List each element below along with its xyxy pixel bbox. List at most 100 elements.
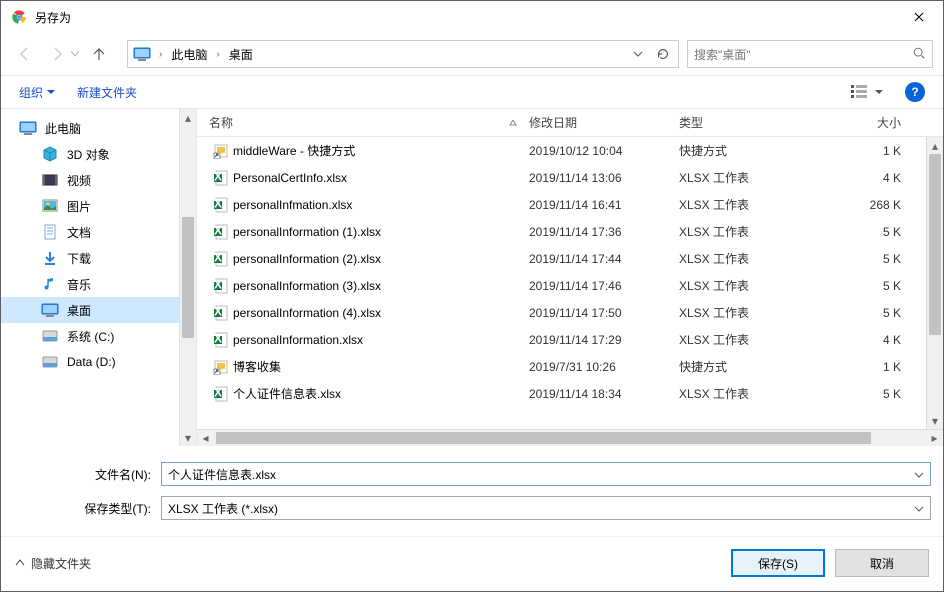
list-hscrollbar[interactable]: ◂ ▸	[197, 429, 943, 446]
file-row[interactable]: XpersonalInfmation.xlsx2019/11/14 16:41X…	[197, 191, 926, 218]
tree-item-label: 图片	[67, 198, 91, 215]
tree-item[interactable]: 系统 (C:)	[1, 323, 179, 349]
file-row[interactable]: XpersonalInformation.xlsx2019/11/14 17:2…	[197, 326, 926, 353]
file-list-area: 名称 修改日期 类型 大小 middleWare - 快捷方式2019/10/1…	[197, 109, 943, 446]
tree-item-label: 音乐	[67, 276, 91, 293]
file-size: 1 K	[829, 360, 901, 374]
nav-scrollbar[interactable]: ▴ ▾	[179, 109, 196, 446]
chrome-icon	[11, 9, 27, 25]
organize-button[interactable]: 组织	[19, 84, 55, 101]
list-vscrollbar[interactable]: ▴ ▾	[926, 137, 943, 429]
chevron-down-icon[interactable]	[914, 467, 924, 481]
col-size[interactable]: 大小	[829, 114, 901, 131]
col-name[interactable]: 名称	[209, 114, 529, 131]
file-row[interactable]: XPersonalCertInfo.xlsx2019/11/14 13:06XL…	[197, 164, 926, 191]
col-date[interactable]: 修改日期	[529, 114, 679, 131]
folder-tree[interactable]: 此电脑 3D 对象视频图片文档下载音乐桌面系统 (C:) Data (D:)	[1, 109, 179, 446]
tree-item-label: 桌面	[67, 302, 91, 319]
xlsx-icon: X	[209, 224, 233, 240]
music-icon	[41, 275, 59, 293]
tree-this-pc[interactable]: 此电脑	[1, 115, 179, 141]
file-row[interactable]: XpersonalInformation (4).xlsx2019/11/14 …	[197, 299, 926, 326]
file-type: XLSX 工作表	[679, 169, 829, 186]
scroll-left-icon[interactable]: ◂	[197, 430, 214, 447]
file-row[interactable]: XpersonalInformation (3).xlsx2019/11/14 …	[197, 272, 926, 299]
desktop-icon	[41, 301, 59, 319]
address-dropdown[interactable]	[626, 51, 648, 57]
search-icon	[912, 46, 926, 63]
crumb-pc[interactable]: 此电脑	[165, 46, 213, 63]
file-date: 2019/11/14 17:50	[529, 306, 679, 320]
svg-text:X: X	[214, 305, 222, 319]
file-name: personalInformation (3).xlsx	[233, 279, 529, 293]
hide-folders-toggle[interactable]: 隐藏文件夹	[15, 555, 91, 572]
breadcrumb[interactable]: ›此电脑›桌面	[156, 41, 259, 67]
view-button[interactable]	[851, 84, 883, 100]
file-name: personalInformation (4).xlsx	[233, 306, 529, 320]
tree-item-label: 系统 (C:)	[67, 328, 114, 345]
scroll-thumb[interactable]	[182, 217, 194, 338]
new-folder-button[interactable]: 新建文件夹	[77, 84, 137, 101]
tree-item-label: 文档	[67, 224, 91, 241]
filetype-label: 保存类型(T):	[13, 500, 161, 517]
xlsx-icon: X	[209, 305, 233, 321]
file-type: XLSX 工作表	[679, 250, 829, 267]
file-date: 2019/7/31 10:26	[529, 360, 679, 374]
scroll-down-icon[interactable]: ▾	[180, 429, 196, 446]
crumb-desktop[interactable]: 桌面	[223, 46, 259, 63]
help-button[interactable]: ?	[905, 82, 925, 102]
scroll-thumb[interactable]	[929, 154, 941, 335]
file-size: 4 K	[829, 333, 901, 347]
back-button[interactable]	[11, 40, 39, 68]
recent-locations-button[interactable]	[71, 51, 81, 57]
file-date: 2019/11/14 16:41	[529, 198, 679, 212]
tree-item-label: Data (D:)	[67, 355, 116, 369]
file-size: 5 K	[829, 252, 901, 266]
scroll-thumb[interactable]	[216, 432, 871, 444]
xlsx-icon: X	[209, 332, 233, 348]
column-headers[interactable]: 名称 修改日期 类型 大小	[197, 109, 943, 137]
file-size: 268 K	[829, 198, 901, 212]
file-row[interactable]: middleWare - 快捷方式2019/10/12 10:04快捷方式1 K	[197, 137, 926, 164]
refresh-button[interactable]	[648, 47, 678, 61]
search-box[interactable]: 搜索"桌面"	[687, 40, 933, 68]
tree-item[interactable]: 图片	[1, 193, 179, 219]
tree-item[interactable]: Data (D:)	[1, 349, 179, 375]
nav-row: ›此电脑›桌面 搜索"桌面"	[1, 33, 943, 75]
footer: 隐藏文件夹 保存(S) 取消	[1, 536, 943, 591]
xlsx-icon: X	[209, 170, 233, 186]
col-type[interactable]: 类型	[679, 114, 829, 131]
chevron-up-icon	[15, 559, 25, 567]
file-date: 2019/11/14 17:29	[529, 333, 679, 347]
forward-button[interactable]	[43, 40, 71, 68]
filename-input[interactable]: 个人证件信息表.xlsx	[161, 462, 931, 486]
close-button[interactable]	[897, 2, 941, 32]
file-row[interactable]: XpersonalInformation (1).xlsx2019/11/14 …	[197, 218, 926, 245]
address-bar[interactable]: ›此电脑›桌面	[127, 40, 679, 68]
tree-item[interactable]: 3D 对象	[1, 141, 179, 167]
svg-text:X: X	[214, 332, 222, 346]
search-placeholder: 搜索"桌面"	[694, 46, 912, 63]
tree-item[interactable]: 下载	[1, 245, 179, 271]
chevron-down-icon[interactable]	[914, 501, 924, 515]
tree-item[interactable]: 桌面	[1, 297, 179, 323]
pc-icon	[19, 119, 37, 137]
scroll-right-icon[interactable]: ▸	[926, 430, 943, 447]
tree-item[interactable]: 文档	[1, 219, 179, 245]
tree-item[interactable]: 音乐	[1, 271, 179, 297]
file-row[interactable]: XpersonalInformation (2).xlsx2019/11/14 …	[197, 245, 926, 272]
tree-item-label: 下载	[67, 250, 91, 267]
file-name: personalInformation (2).xlsx	[233, 252, 529, 266]
pictures-icon	[41, 197, 59, 215]
scroll-up-icon[interactable]: ▴	[927, 137, 943, 154]
up-button[interactable]	[85, 40, 113, 68]
file-row[interactable]: X个人证件信息表.xlsx2019/11/14 18:34XLSX 工作表5 K	[197, 380, 926, 407]
tree-item[interactable]: 视频	[1, 167, 179, 193]
file-name: personalInformation.xlsx	[233, 333, 529, 347]
save-button[interactable]: 保存(S)	[731, 549, 825, 577]
scroll-down-icon[interactable]: ▾	[927, 412, 943, 429]
file-row[interactable]: 博客收集2019/7/31 10:26快捷方式1 K	[197, 353, 926, 380]
cancel-button[interactable]: 取消	[835, 549, 929, 577]
filetype-select[interactable]: XLSX 工作表 (*.xlsx)	[161, 496, 931, 520]
scroll-up-icon[interactable]: ▴	[180, 109, 196, 126]
